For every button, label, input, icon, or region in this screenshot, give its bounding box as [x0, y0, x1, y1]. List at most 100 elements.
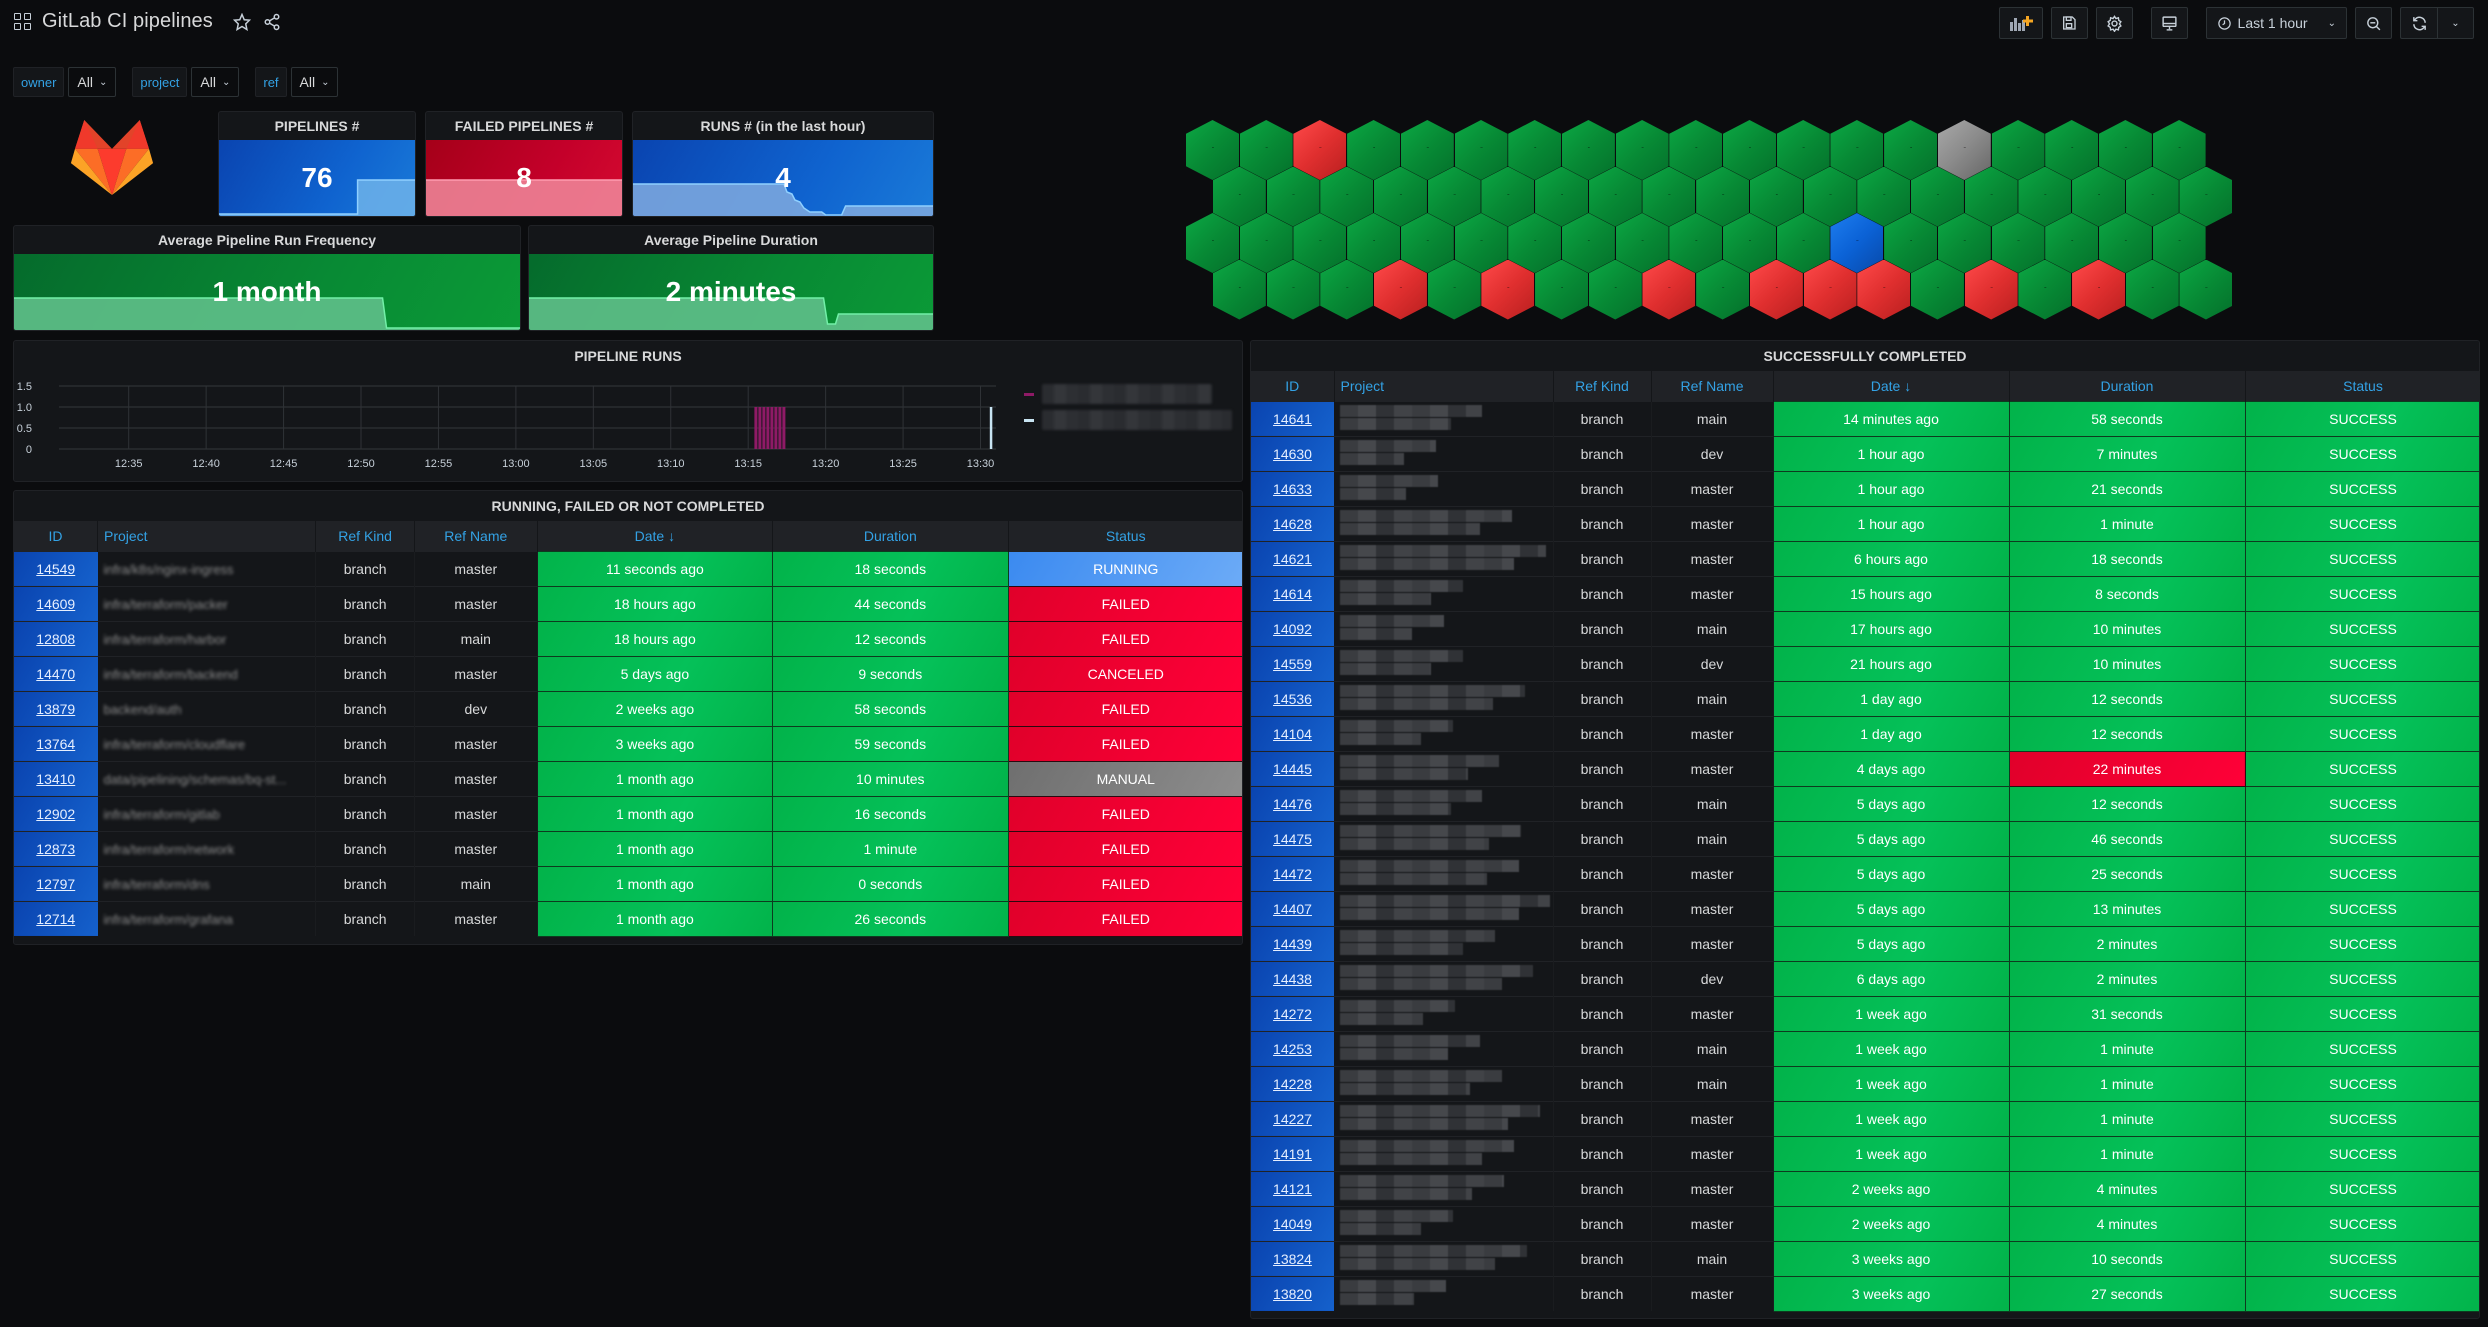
pipeline-id-link[interactable]: 14475 [1273, 831, 1312, 847]
pipeline-id-link[interactable]: 14191 [1273, 1146, 1312, 1162]
table-row[interactable]: 14609 infra/terraform/packer branch master 1… [14, 585, 1242, 622]
table-row[interactable]: 14470 infra/terraform/backend branch master… [14, 655, 1242, 692]
table-row[interactable]: 14445 branch master 4 days ago 22 minutes SUC… [1251, 750, 2479, 787]
table-row[interactable]: 12808 infra/terraform/harbor branch main 18 … [14, 620, 1242, 657]
legend-item[interactable] [1024, 407, 1242, 433]
apps-icon[interactable] [14, 12, 32, 31]
column-header-status[interactable]: Status [1008, 521, 1242, 551]
stat-avg-duration[interactable]: Average Pipeline Duration 2 minutes [528, 225, 934, 331]
column-header-date[interactable]: Date ↓ [537, 521, 774, 551]
table-row[interactable]: 14559 branch dev 21 hours ago 10 minutes SUCC… [1251, 645, 2479, 682]
table-row[interactable]: 14536 branch main 1 day ago 12 seconds SUCCES… [1251, 680, 2479, 717]
pipeline-id-link[interactable]: 14121 [1273, 1181, 1312, 1197]
stat-avg-run-frequency[interactable]: Average Pipeline Run Frequency 1 month [13, 225, 521, 331]
table-row[interactable]: 14614 branch master 15 hours ago 8 seconds SU… [1251, 575, 2479, 612]
table-row[interactable]: 14630 branch dev 1 hour ago 7 minutes SUCCESS [1251, 435, 2479, 472]
table-row[interactable]: 14228 branch main 1 week ago 1 minute SUCCESS [1251, 1065, 2479, 1102]
pipeline-id-link[interactable]: 14470 [36, 666, 75, 682]
dashboard-title[interactable]: GitLab CI pipelines [42, 10, 213, 33]
table-row[interactable]: 13410 data/pipelining/schemas/bq-st... bra… [14, 760, 1242, 797]
table-row[interactable]: 14475 branch main 5 days ago 46 seconds SUCCE… [1251, 820, 2479, 857]
column-header-duration[interactable]: Duration [2009, 371, 2246, 401]
pipeline-id-link[interactable]: 14536 [1273, 691, 1312, 707]
pipeline-id-link[interactable]: 14628 [1273, 516, 1312, 532]
pipeline-id-link[interactable]: 12902 [36, 806, 75, 822]
time-range-picker[interactable]: Last 1 hour ⌄ [2205, 7, 2347, 39]
pipeline-id-link[interactable]: 12797 [36, 876, 75, 892]
pipeline-id-link[interactable]: 14609 [36, 596, 75, 612]
share-icon[interactable] [263, 13, 281, 31]
table-row[interactable]: 14549 infra/k8s/nginx-ingress branch master… [14, 550, 1242, 587]
pipeline-id-link[interactable]: 14439 [1273, 936, 1312, 952]
pipeline-id-link[interactable]: 12873 [36, 841, 75, 857]
star-icon[interactable] [232, 12, 251, 31]
pipeline-id-link[interactable]: 14633 [1273, 481, 1312, 497]
pipeline-id-link[interactable]: 14407 [1273, 901, 1312, 917]
table-row[interactable]: 14621 branch master 6 hours ago 18 seconds SU… [1251, 540, 2479, 577]
column-header-ref-name[interactable]: Ref Name [1651, 371, 1774, 401]
dashboard-settings-button[interactable] [2095, 7, 2133, 39]
pipeline-id-link[interactable]: 13820 [1273, 1286, 1312, 1302]
table-row[interactable]: 12902 infra/terraform/gitlab branch master 1… [14, 795, 1242, 832]
table-row[interactable]: 14628 branch master 1 hour ago 1 minute SUCCE… [1251, 505, 2479, 542]
column-header-date[interactable]: Date ↓ [1773, 371, 2010, 401]
pipeline-id-link[interactable]: 12714 [36, 911, 75, 927]
column-header-project[interactable]: Project [97, 521, 317, 551]
table-row[interactable]: 14272 branch master 1 week ago 31 seconds SUC… [1251, 995, 2479, 1032]
refresh-interval-dropdown[interactable]: ⌄ [2437, 7, 2474, 39]
table-row[interactable]: 14227 branch master 1 week ago 1 minute SUCCE… [1251, 1100, 2479, 1137]
variable-owner-select[interactable]: All ⌄ [68, 67, 117, 97]
table-row[interactable]: 14476 branch main 5 days ago 12 seconds SUCCE… [1251, 785, 2479, 822]
pipeline-id-link[interactable]: 14559 [1273, 656, 1312, 672]
table-row[interactable]: 13764 infra/terraform/cloudflare branch mas… [14, 725, 1242, 762]
pipeline-id-link[interactable]: 14253 [1273, 1041, 1312, 1057]
refresh-button[interactable] [2400, 7, 2437, 39]
pipeline-id-link[interactable]: 14227 [1273, 1111, 1312, 1127]
pipeline-id-link[interactable]: 14641 [1273, 411, 1312, 427]
pipeline-id-link[interactable]: 14228 [1273, 1076, 1312, 1092]
pipeline-id-link[interactable]: 14104 [1273, 726, 1312, 742]
table-row[interactable]: 13820 branch master 3 weeks ago 27 seconds SU… [1251, 1275, 2479, 1312]
pipeline-id-link[interactable]: 14472 [1273, 866, 1312, 882]
column-header-status[interactable]: Status [2245, 371, 2479, 401]
tv-mode-button[interactable] [2150, 7, 2188, 39]
stat-pipelines[interactable]: PIPELINES # 76 [218, 111, 416, 217]
table-row[interactable]: 14438 branch dev 6 days ago 2 minutes SUCCESS [1251, 960, 2479, 997]
table-row[interactable]: 13824 branch main 3 weeks ago 10 seconds SUCC… [1251, 1240, 2479, 1277]
column-header-id[interactable]: ID [14, 521, 98, 551]
variable-project-select[interactable]: All ⌄ [191, 67, 240, 97]
save-dashboard-button[interactable] [2050, 7, 2088, 39]
pipeline-id-link[interactable]: 14049 [1273, 1216, 1312, 1232]
table-row[interactable]: 12873 infra/terraform/network branch master… [14, 830, 1242, 867]
column-header-ref-kind[interactable]: Ref Kind [1553, 371, 1652, 401]
pipeline-id-link[interactable]: 12808 [36, 631, 75, 647]
pipeline-id-link[interactable]: 13764 [36, 736, 75, 752]
column-header-id[interactable]: ID [1251, 371, 1335, 401]
table-row[interactable]: 13879 backend/auth branch dev 2 weeks ago 58 … [14, 690, 1242, 727]
pipeline-runs-chart[interactable]: 0 0.5 1.0 1.5 12:35 12:40 12:45 12:50 12:55 13:00… [14, 371, 1014, 481]
pipeline-id-link[interactable]: 14621 [1273, 551, 1312, 567]
pipeline-id-link[interactable]: 14438 [1273, 971, 1312, 987]
pipeline-id-link[interactable]: 14630 [1273, 446, 1312, 462]
table-row[interactable]: 14641 branch main 14 minutes ago 58 seconds S… [1251, 400, 2479, 437]
column-header-ref-name[interactable]: Ref Name [414, 521, 538, 551]
table-row[interactable]: 14092 branch main 17 hours ago 10 minutes SUC… [1251, 610, 2479, 647]
stat-runs-last-hour[interactable]: RUNS # (in the last hour) 4 [632, 111, 934, 217]
pipeline-id-link[interactable]: 14614 [1273, 586, 1312, 602]
pipeline-id-link[interactable]: 14272 [1273, 1006, 1312, 1022]
table-row[interactable]: 14104 branch master 1 day ago 12 seconds SUCC… [1251, 715, 2479, 752]
pipeline-id-link[interactable]: 13879 [36, 701, 75, 717]
table-row[interactable]: 14407 branch master 5 days ago 13 minutes SUC… [1251, 890, 2479, 927]
pipeline-id-link[interactable]: 14445 [1273, 761, 1312, 777]
column-header-duration[interactable]: Duration [772, 521, 1009, 551]
table-row[interactable]: 14253 branch main 1 week ago 1 minute SUCCESS [1251, 1030, 2479, 1067]
table-row[interactable]: 12797 infra/terraform/dns branch main 1 mont… [14, 865, 1242, 902]
variable-ref-select[interactable]: All ⌄ [290, 67, 339, 97]
table-row[interactable]: 14472 branch master 5 days ago 25 seconds SUC… [1251, 855, 2479, 892]
pipeline-id-link[interactable]: 14476 [1273, 796, 1312, 812]
zoom-out-button[interactable] [2355, 7, 2392, 39]
legend-item[interactable] [1024, 381, 1242, 407]
add-panel-button[interactable] [1998, 7, 2043, 39]
table-row[interactable]: 14121 branch master 2 weeks ago 4 minutes SUC… [1251, 1170, 2479, 1207]
pipeline-id-link[interactable]: 14092 [1273, 621, 1312, 637]
